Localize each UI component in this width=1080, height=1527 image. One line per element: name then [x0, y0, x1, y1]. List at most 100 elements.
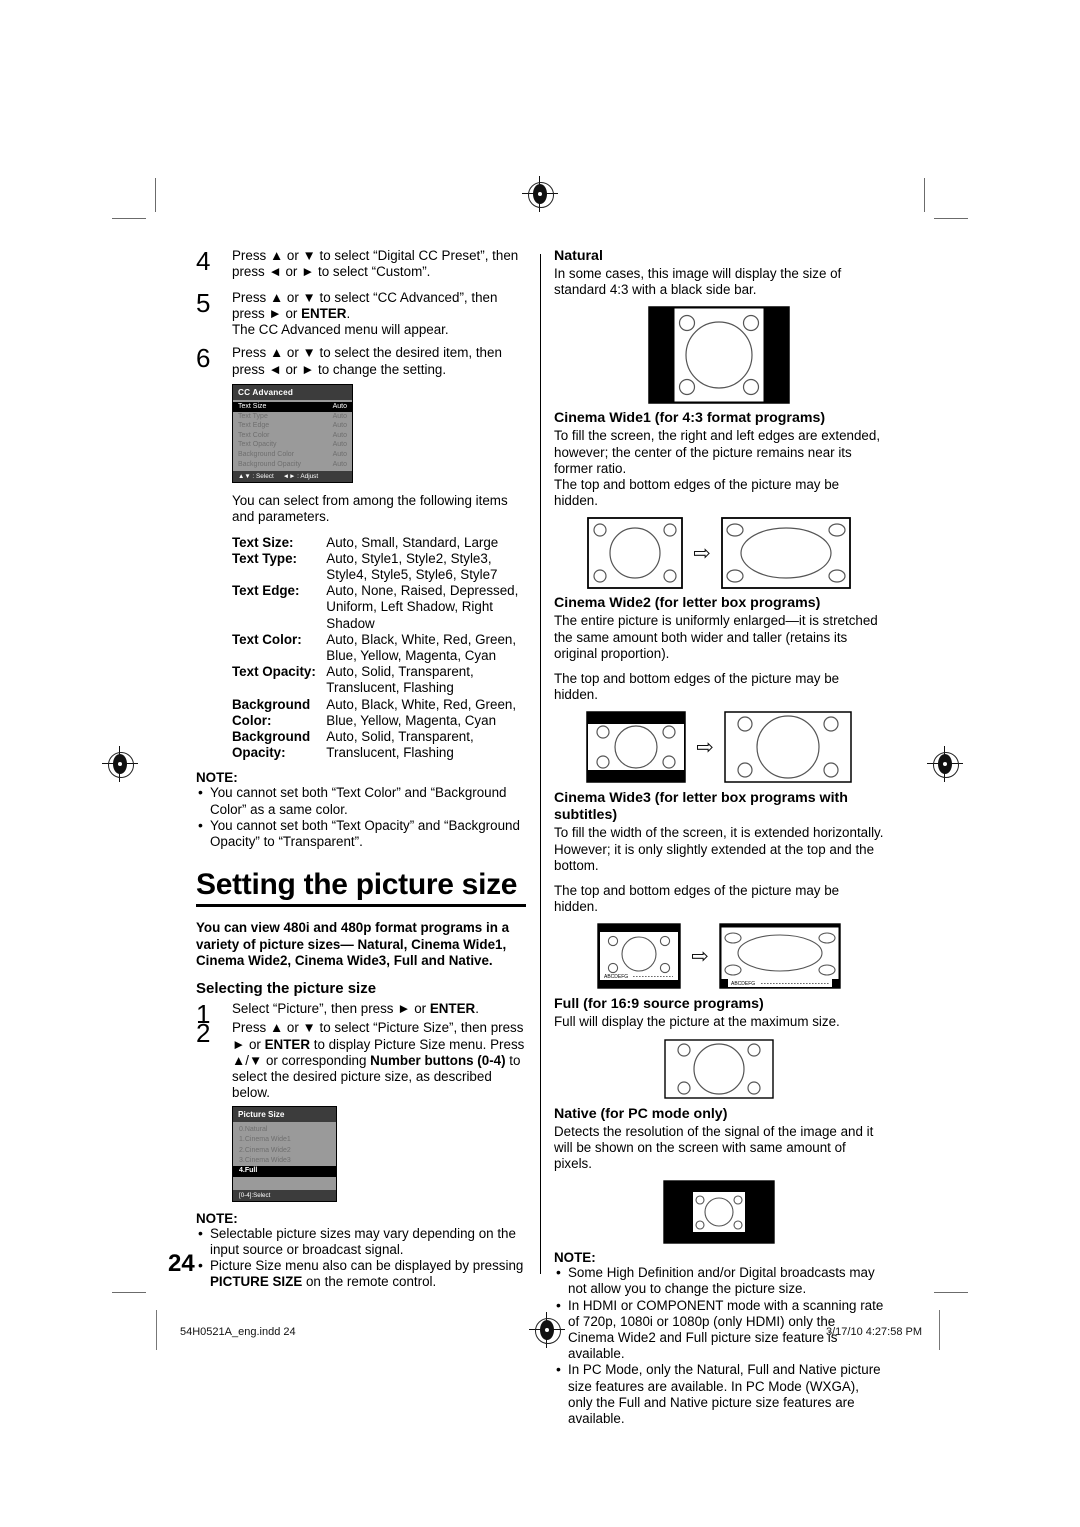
step-5-enter-key: ENTER — [301, 305, 347, 321]
footer-rule-left — [156, 1310, 157, 1350]
parameters-intro: You can select from among the following … — [232, 493, 508, 525]
cc-menu-item-text-opacity[interactable]: Text Opacity Auto — [233, 440, 352, 450]
note-1-list: You cannot set both “Text Color” and “Ba… — [196, 784, 526, 850]
cc-menu-item-text-color-label: Text Color — [238, 431, 270, 439]
tv-diagram-cinema-wide1-before — [587, 517, 684, 590]
note-2-heading: NOTE: — [196, 1210, 238, 1226]
cc-menu-item-background-opacity[interactable]: Background Opacity Auto — [233, 460, 352, 470]
section-title-full: Full (for 16:9 source programs) — [554, 996, 764, 1013]
right-column: Natural In some cases, this image will d… — [554, 248, 884, 1427]
section-body-native: Detects the resolution of the signal of … — [554, 1123, 874, 1172]
picture-size-option-full[interactable]: 4.Full — [233, 1166, 336, 1177]
section-body-natural: In some cases, this image will display t… — [554, 266, 842, 298]
cc-menu-item-text-opacity-value: Auto — [332, 441, 347, 449]
section-body2-cinema-wide3: The top and bottom edges of the picture … — [554, 883, 840, 915]
cc-menu-item-background-opacity-label: Background Opacity — [238, 460, 302, 468]
crop-mark-top-right-h — [934, 218, 968, 220]
footer-filename: 54H0521A_eng.indd 24 — [180, 1326, 296, 1338]
param-key-text-color: Text Color: — [232, 631, 302, 647]
page-content: 4 Press ▲ or ▼ to select “Digital CC Pre… — [196, 248, 884, 1426]
step-1-text-a: Select “Picture”, then press ► or — [232, 1000, 430, 1016]
param-value-background-color: Auto, Black, White, Red, Green, Blue, Ye… — [326, 696, 517, 728]
step-5-text-b: . — [346, 305, 351, 321]
cc-menu-item-text-color-value: Auto — [332, 431, 347, 439]
cc-menu-item-text-edge[interactable]: Text Edge Auto — [233, 421, 352, 431]
tv-diagram-full — [664, 1038, 774, 1099]
list-item: In PC Mode, only the Natural, Full and N… — [554, 1361, 884, 1427]
param-value-text-type: Auto, Style1, Style2, Style3, Style4, St… — [326, 550, 498, 583]
picture-size-menu[interactable]: Picture Size 0.Natural 1.Cinema Wide1 2.… — [232, 1105, 337, 1202]
figure-full — [554, 1038, 884, 1099]
param-key-text-size: Text Size: — [232, 534, 294, 550]
cc-menu-item-text-color[interactable]: Text Color Auto — [233, 431, 352, 441]
title-rule — [196, 904, 526, 908]
page-footer: 54H0521A_eng.indd 24 3/17/10 4:27:58 PM — [156, 1310, 940, 1350]
cc-advanced-menu[interactable]: CC Advanced Text Size Auto Text Type Aut… — [232, 384, 353, 484]
cc-menu-footer-select: ▲▼ : Select — [238, 473, 274, 481]
arrow-right-icon: ⇨ — [691, 944, 709, 968]
cc-menu-item-background-color-label: Background Color — [238, 451, 295, 459]
section-body-cinema-wide1: To fill the screen, the right and left e… — [554, 428, 881, 476]
note-2-list: Selectable picture sizes may vary depend… — [196, 1225, 526, 1291]
cc-menu-item-background-color-value: Auto — [332, 451, 347, 459]
section-leadin: You can view 480i and 480p format progra… — [196, 920, 510, 968]
figure-cinema-wide2: ⇨ — [554, 711, 884, 784]
list-item: Some High Definition and/or Digital broa… — [554, 1264, 884, 1297]
tv-diagram-cinema-wide2-before — [586, 711, 686, 784]
param-value-text-edge: Auto, None, Raised, Depressed, Uniform, … — [326, 583, 519, 631]
column-divider — [540, 254, 542, 1274]
tv-diagram-cinema-wide2-after — [724, 711, 852, 784]
crop-mark-bottom-left-h — [112, 1292, 146, 1294]
tv-diagram-natural — [648, 306, 790, 405]
section-title-natural: Natural — [554, 248, 603, 264]
cc-menu-item-background-opacity-value: Auto — [332, 460, 347, 468]
cc-menu-item-text-size-value: Auto — [332, 403, 347, 411]
table-row: Text Size: Auto, Small, Standard, Large — [232, 535, 526, 551]
footer-timestamp: 3/17/10 4:27:58 PM — [825, 1326, 922, 1338]
step-2-enter-key: ENTER — [264, 1036, 310, 1052]
section-body-full: Full will display the picture at the max… — [554, 1014, 840, 1030]
arrow-right-icon: ⇨ — [696, 735, 714, 759]
table-row: Text Type: Auto, Style1, Style2, Style3,… — [232, 551, 526, 583]
page-title: Setting the picture size — [196, 868, 518, 902]
step-6-number: 6 — [196, 343, 211, 374]
section-title-cinema-wide3: Cinema Wide3 (for letter box programs wi… — [554, 790, 848, 824]
step-6-text: Press ▲ or ▼ to select the desired item,… — [232, 345, 502, 377]
crop-mark-top-left-h — [112, 218, 146, 220]
section-title-native: Native (for PC mode only) — [554, 1105, 728, 1122]
picture-size-option-cinema-wide3[interactable]: 3.Cinema Wide3 — [233, 1156, 336, 1166]
list-item: Selectable picture sizes may vary depend… — [196, 1225, 526, 1258]
step-2-number: 2 — [196, 1018, 211, 1049]
list-item: You cannot set both “Text Color” and “Ba… — [196, 784, 526, 817]
picture-size-option-natural[interactable]: 0.Natural — [233, 1125, 336, 1135]
param-key-background-opacity: Background Opacity: — [232, 729, 311, 761]
param-key-background-color: Background Color: — [232, 696, 311, 728]
tv-diagram-cinema-wide3-before: ABCDEFG — [597, 923, 681, 990]
cc-menu-item-background-color[interactable]: Background Color Auto — [233, 450, 352, 460]
list-item: Picture Size menu also can be displayed … — [196, 1257, 526, 1290]
section-body2-cinema-wide1: The top and bottom edges of the picture … — [554, 477, 840, 509]
param-key-text-opacity: Text Opacity: — [232, 664, 316, 680]
cc-advanced-menu-title: CC Advanced — [233, 385, 352, 401]
section-body-cinema-wide3: To fill the width of the screen, it is e… — [554, 825, 884, 873]
registration-mark-left — [102, 746, 138, 782]
param-value-background-opacity: Auto, Solid, Transparent, Translucent, F… — [326, 729, 474, 761]
param-value-text-opacity: Auto, Solid, Transparent, Translucent, F… — [326, 664, 474, 696]
picture-size-option-cinema-wide2[interactable]: 2.Cinema Wide2 — [233, 1146, 336, 1156]
tv-diagram-cinema-wide1-after — [720, 517, 851, 590]
note-2-item2-a: Picture Size menu also can be displayed … — [210, 1258, 524, 1274]
picture-size-menu-title: Picture Size — [233, 1106, 336, 1122]
picture-size-option-cinema-wide1[interactable]: 1.Cinema Wide1 — [233, 1135, 336, 1145]
figure-native — [554, 1180, 884, 1244]
step-5-text-a: Press ▲ or ▼ to select “CC Advanced”, th… — [232, 289, 498, 321]
list-item: You cannot set both “Text Opacity” and “… — [196, 817, 526, 850]
step-2-number-buttons: Number buttons (0-4) — [370, 1052, 506, 1068]
cc-menu-item-text-edge-label: Text Edge — [238, 422, 270, 430]
section-body-cinema-wide2: The entire picture is uniformly enlarged… — [554, 613, 878, 661]
footer-rule-right — [939, 1310, 940, 1350]
crop-mark-bottom-right-h — [934, 1292, 968, 1294]
table-row: Text Color: Auto, Black, White, Red, Gre… — [232, 632, 526, 664]
cc-menu-item-text-type-value: Auto — [332, 412, 347, 420]
cc-menu-item-text-size[interactable]: Text Size Auto — [233, 402, 352, 412]
cc-menu-item-text-type[interactable]: Text Type Auto — [233, 412, 352, 422]
